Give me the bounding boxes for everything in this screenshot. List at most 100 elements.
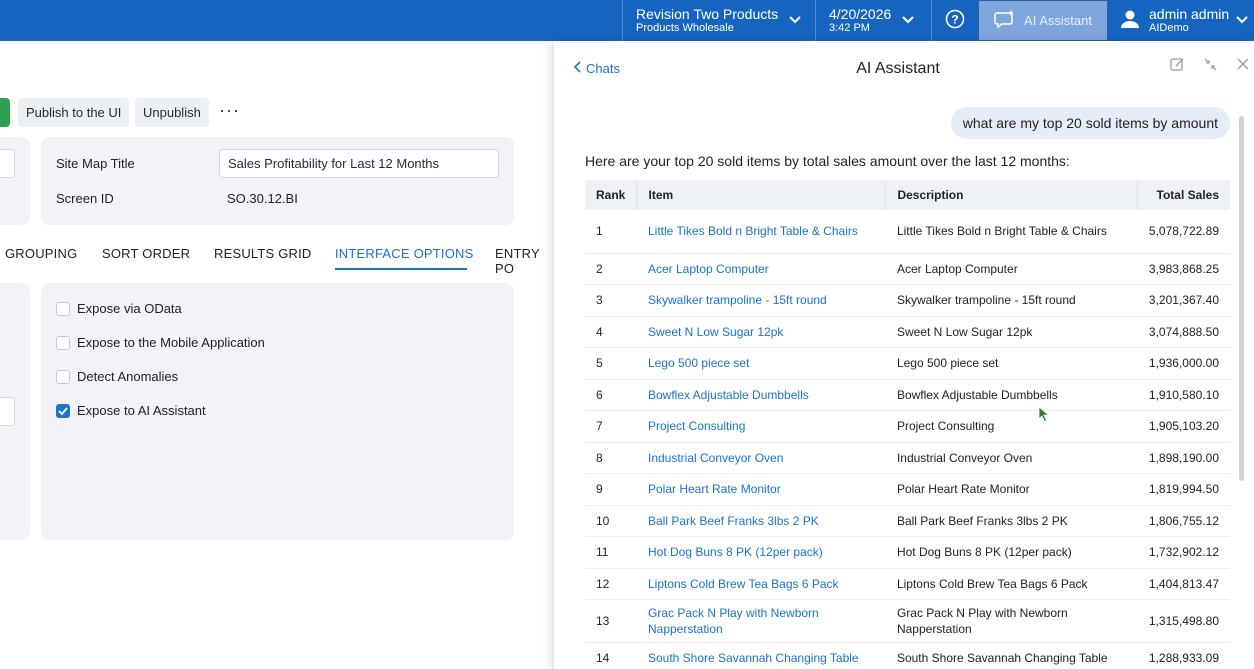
item-link[interactable]: Lego 500 piece set (636, 347, 886, 380)
business-date-switcher[interactable]: 4/20/2026 3:42 PM (815, 0, 931, 41)
rank-cell: 12 (585, 568, 637, 600)
description-cell: Ball Park Beef Franks 3lbs 2 PK (885, 505, 1138, 537)
description-cell: Liptons Cold Brew Tea Bags 6 Pack (885, 568, 1138, 600)
tab-interface-options[interactable]: INTERFACE OPTIONS (335, 246, 473, 261)
table-row: 11 Hot Dog Buns 8 PK (12per pack) Hot Dog … (585, 536, 1230, 569)
company-switcher[interactable]: Revision Two Products Products Wholesale (622, 0, 815, 41)
description-cell: Grac Pack N Play with Newborn Napperstat… (885, 599, 1138, 643)
dropdown-field[interactable] (0, 397, 15, 426)
sparkle-chat-icon (994, 9, 1016, 32)
column-header-description: Description (885, 180, 1138, 210)
item-link[interactable]: Ball Park Beef Franks 3lbs 2 PK (636, 505, 886, 537)
table-body: 1 Little Tikes Bold n Bright Table & Chai… (585, 210, 1230, 669)
close-icon[interactable] (1236, 57, 1250, 74)
table-row: 4 Sweet N Low Sugar 12pk Sweet N Low Sugar… (585, 316, 1230, 348)
user-name: admin admin (1149, 6, 1230, 23)
help-button[interactable]: ? (931, 0, 978, 41)
more-actions-button[interactable]: ··· (219, 100, 240, 121)
checkbox[interactable] (56, 369, 70, 384)
item-link[interactable]: Liptons Cold Brew Tea Bags 6 Pack (636, 568, 886, 600)
item-link[interactable]: Skywalker trampoline - 15ft round (636, 284, 886, 317)
tab-results-grid[interactable]: RESULTS GRID (214, 246, 312, 261)
table-row: 13 Grac Pack N Play with Newborn Napperst… (585, 599, 1230, 643)
item-link[interactable]: Acer Laptop Computer (636, 253, 886, 285)
column-header-total-sales: Total Sales (1137, 180, 1230, 210)
item-link[interactable]: Grac Pack N Play with Newborn Napperstat… (636, 599, 886, 643)
table-row: 8 Industrial Conveyor Oven Industrial Conv… (585, 442, 1230, 474)
user-message-bubble: what are my top 20 sold items by amount (950, 107, 1230, 139)
total-sales-cell: 1,288,933.09 (1137, 642, 1230, 669)
option-expose-ai-assistant[interactable]: Expose to AI Assistant (56, 403, 206, 418)
total-sales-cell: 1,732,902.12 (1137, 536, 1230, 569)
item-link[interactable]: Project Consulting (636, 410, 886, 443)
description-cell: Lego 500 piece set (885, 347, 1138, 380)
top-bar: Revision Two Products Products Wholesale… (0, 0, 1254, 41)
panel-scrollbar[interactable] (1239, 116, 1244, 481)
screen-id-label: Screen ID (56, 191, 114, 206)
company-name: Revision Two Products (636, 6, 779, 23)
item-link[interactable]: Hot Dog Buns 8 PK (12per pack) (636, 536, 886, 569)
save-button[interactable] (0, 98, 10, 127)
rank-cell: 1 (585, 210, 637, 254)
description-cell: Sweet N Low Sugar 12pk (885, 316, 1138, 348)
item-link[interactable]: Little Tikes Bold n Bright Table & Chair… (636, 210, 886, 254)
results-table: Rank Item Description Total Sales 1 Littl… (585, 180, 1230, 669)
description-cell: Bowflex Adjustable Dumbbells (885, 379, 1138, 411)
table-header-row: Rank Item Description Total Sales (585, 180, 1230, 210)
user-menu[interactable]: admin admin AIDemo (1108, 0, 1254, 41)
option-label: Detect Anomalies (77, 369, 179, 384)
item-link[interactable]: Industrial Conveyor Oven (636, 442, 886, 474)
table-row: 7 Project Consulting Project Consulting 1,9… (585, 410, 1230, 443)
item-link[interactable]: South Shore Savannah Changing Table (636, 642, 886, 669)
rank-cell: 6 (585, 379, 637, 411)
option-label: Expose to the Mobile Application (77, 335, 265, 350)
rank-cell: 14 (585, 642, 637, 669)
checkbox[interactable] (56, 335, 70, 350)
table-row: 2 Acer Laptop Computer Acer Laptop Compute… (585, 253, 1230, 285)
publish-button[interactable]: Publish to the UI (18, 98, 130, 127)
item-link[interactable]: Bowflex Adjustable Dumbbells (636, 379, 886, 411)
item-link[interactable]: Sweet N Low Sugar 12pk (636, 316, 886, 348)
collapse-icon[interactable] (1203, 57, 1218, 75)
option-detect-anomalies[interactable]: Detect Anomalies (56, 369, 178, 384)
total-sales-cell: 1,806,755.12 (1137, 505, 1230, 537)
total-sales-cell: 1,905,103.20 (1137, 410, 1230, 443)
unpublish-button[interactable]: Unpublish (135, 98, 209, 127)
ai-assistant-button[interactable]: AI Assistant (978, 0, 1108, 41)
chevron-down-icon (1235, 13, 1249, 28)
checkbox[interactable] (56, 301, 70, 316)
item-link[interactable]: Polar Heart Rate Monitor (636, 473, 886, 506)
rank-cell: 2 (585, 253, 637, 285)
site-map-title-label: Site Map Title (56, 156, 135, 171)
user-icon (1120, 9, 1140, 32)
help-icon: ? (945, 9, 965, 32)
assistant-answer-intro: Here are your top 20 sold items by total… (585, 153, 1070, 169)
search-field[interactable] (0, 149, 15, 178)
rank-cell: 5 (585, 347, 637, 380)
total-sales-cell: 1,936,000.00 (1137, 347, 1230, 380)
rank-cell: 10 (585, 505, 637, 537)
tab-bar: GROUPING SORT ORDER RESULTS GRID INTERFA… (0, 246, 553, 276)
rank-cell: 13 (585, 599, 637, 643)
business-date: 4/20/2026 (829, 6, 892, 23)
table-row: 10 Ball Park Beef Franks 3lbs 2 PK Ball Pa… (585, 505, 1230, 537)
rank-cell: 3 (585, 284, 637, 317)
total-sales-cell: 3,983,868.25 (1137, 253, 1230, 285)
total-sales-cell: 3,074,888.50 (1137, 316, 1230, 348)
new-chat-edit-icon[interactable] (1170, 57, 1185, 75)
checkbox-checked[interactable] (56, 403, 70, 418)
screen-id-value: SO.30.12.BI (227, 191, 298, 206)
tab-grouping[interactable]: GROUPING (5, 246, 77, 261)
site-map-title-input[interactable]: Sales Profitability for Last 12 Months (219, 149, 499, 178)
description-cell: Hot Dog Buns 8 PK (12per pack) (885, 536, 1138, 569)
option-expose-mobile[interactable]: Expose to the Mobile Application (56, 335, 265, 350)
ai-assistant-panel: Chats AI Assistant what are my top 20 so… (553, 41, 1254, 669)
tab-entry-point[interactable]: ENTRY PO (495, 246, 553, 276)
mouse-cursor-icon (1038, 406, 1050, 423)
total-sales-cell: 1,315,498.80 (1137, 599, 1230, 643)
option-expose-odata[interactable]: Expose via OData (56, 301, 182, 316)
tab-sort-order[interactable]: SORT ORDER (102, 246, 190, 261)
description-cell: Acer Laptop Computer (885, 253, 1138, 285)
rank-cell: 7 (585, 410, 637, 443)
column-header-item: Item (636, 180, 886, 210)
